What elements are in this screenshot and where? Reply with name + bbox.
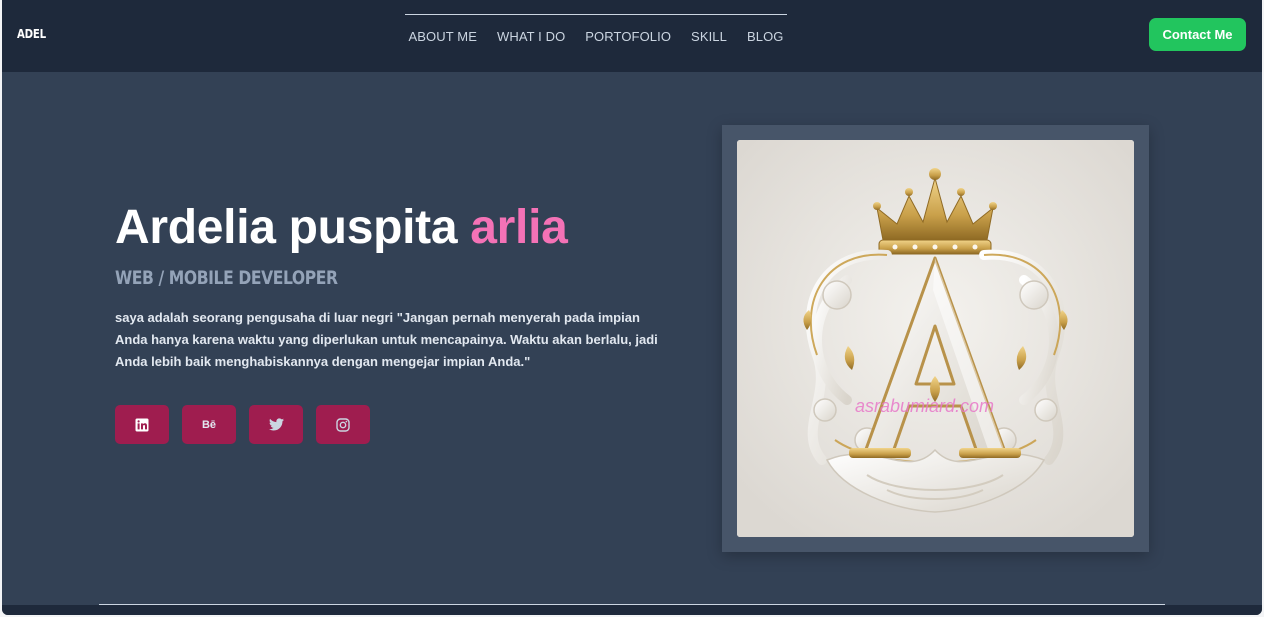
nav-item-portofolio[interactable]: PORTOFOLIO [575,29,681,44]
behance-icon: Bē [201,418,217,431]
nav-item-skill[interactable]: SKILL [681,29,737,44]
behance-button[interactable]: Bē [182,405,236,444]
hero-role: WEB / MOBILE DEVELOPER [115,267,338,289]
instagram-icon [336,417,350,432]
hero-name: Ardelia puspita arlia [115,200,568,255]
hero-name-main: Ardelia puspita [115,201,471,254]
header: ADEL ABOUT ME WHAT I DO PORTOFOLIO SKILL… [2,0,1262,72]
instagram-button[interactable] [316,405,370,444]
logo[interactable]: ADEL [17,27,46,41]
footer-strip [2,605,1262,615]
twitter-button[interactable] [249,405,303,444]
portrait-frame: asrabumiard.com [722,125,1149,552]
watermark: asrabumiard.com [855,396,995,416]
monogram-a-image [737,140,1134,537]
nav-item-what-i-do[interactable]: WHAT I DO [487,29,575,44]
nav-item-about-me[interactable]: ABOUT ME [399,29,487,44]
main-nav: ABOUT ME WHAT I DO PORTOFOLIO SKILL BLOG [405,14,787,58]
page: ADEL ABOUT ME WHAT I DO PORTOFOLIO SKILL… [2,0,1262,615]
hero-name-accent: arlia [470,201,568,254]
twitter-icon [268,418,284,431]
contact-me-button[interactable]: Contact Me [1149,18,1246,51]
portrait-image: asrabumiard.com [737,140,1134,537]
linkedin-icon [135,418,149,431]
social-links: Bē [115,405,370,444]
linkedin-button[interactable] [115,405,169,444]
nav-item-blog[interactable]: BLOG [737,29,794,44]
hero-description: saya adalah seorang pengusaha di luar ne… [115,310,658,369]
